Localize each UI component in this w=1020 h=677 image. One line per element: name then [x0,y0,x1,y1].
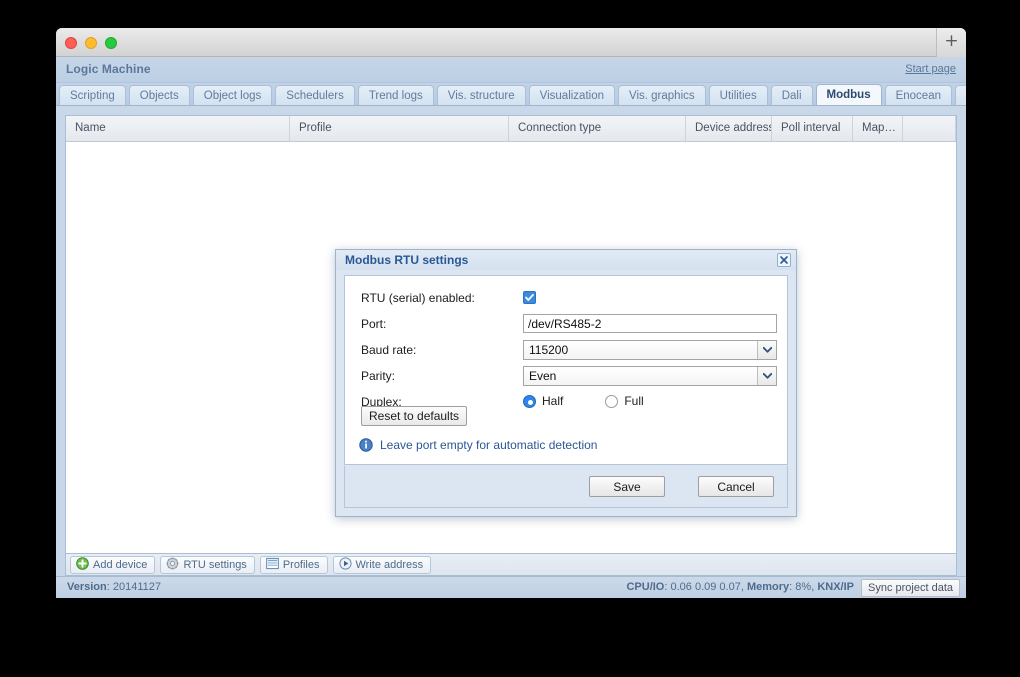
toolbar-button-label: Profiles [282,559,320,571]
cpu-label: CPU/IO [626,581,665,593]
toolbar-button-label: Add device [93,559,148,571]
cancel-button[interactable]: Cancel [698,476,774,497]
tab-enocean[interactable]: Enocean [884,85,952,105]
dialog-title-text: Modbus RTU settings [345,253,469,267]
application-window: + Logic Machine Start page Scripting Obje… [56,28,966,598]
tab-scripting[interactable]: Scripting [59,85,126,105]
port-hint: Leave port empty for automatic detection [359,438,597,452]
duplex-radio-label: Half [542,394,564,408]
baud-rate-value: 115200 [529,343,569,357]
minimize-window-button[interactable] [85,37,97,49]
plus-circle-icon [76,557,89,570]
column-header-name[interactable]: Name [66,116,290,141]
tab-utilities[interactable]: Utilities [708,85,768,105]
baud-rate-select[interactable]: 115200 [523,340,777,360]
app-header: Logic Machine Start page [56,57,966,83]
column-header-device-address[interactable]: Device address [686,116,772,141]
version-value: 20141127 [112,581,161,593]
memory-value: 8% [795,581,812,593]
play-circle-icon [338,557,352,570]
parity-select[interactable]: Even [523,366,777,386]
main-tabbar: Scripting Objects Object logs Schedulers Tre… [56,83,966,106]
tab-modbus[interactable]: Modbus [815,84,882,105]
radio-indicator[interactable] [605,394,619,408]
reset-to-defaults-button[interactable]: Reset to defaults [361,406,468,426]
chevron-down-icon[interactable] [757,341,776,359]
column-header-connection-type[interactable]: Connection type [509,116,686,141]
parity-value: Even [529,369,557,383]
cpu-value: 0.06 0.09 0.07 [670,581,741,593]
list-icon [266,557,279,570]
port-label: Port: [361,317,387,331]
port-input[interactable] [523,314,777,333]
duplex-radio-half[interactable]: Half [523,394,563,408]
tab-1-wire[interactable]: 1-wire [955,85,966,105]
table-header-row: Name Profile Connection type Device address… [66,116,956,142]
zoom-window-button[interactable] [105,37,117,49]
modbus-rtu-settings-dialog: Modbus RTU settings RTU (serial) enabled… [335,249,797,517]
toolbar-button-label: Write address [355,559,424,571]
version-status: Version: 20141127 [67,581,161,593]
column-header-blank[interactable] [903,116,956,141]
field-baud-rate: Baud rate: 115200 [361,338,787,364]
dialog-footer: Save Cancel [344,466,788,508]
window-titlebar: + [56,28,966,57]
toolbar-button-label: RTU settings [183,559,247,571]
memory-label: Memory [746,581,790,593]
write-address-button[interactable]: Write address [332,556,432,574]
save-button[interactable]: Save [589,476,665,497]
bottom-toolbar: Add device RTU settings Profiles Write addr… [65,554,957,576]
rtu-settings-button[interactable]: RTU settings [160,556,255,574]
port-hint-text: Leave port empty for automatic detection [380,438,598,452]
parity-label: Parity: [361,369,396,383]
dialog-body: RTU (serial) enabled: Port: /dev/RS485-2… [344,275,788,465]
tab-visualization[interactable]: Visualization [528,85,615,105]
rtu-enabled-label: RTU (serial) enabled: [361,291,475,305]
app-root: Logic Machine Start page Scripting Object… [56,57,966,598]
knx-label: KNX/IP [817,581,854,593]
chevron-down-icon[interactable] [757,367,776,385]
column-header-profile[interactable]: Profile [290,116,509,141]
tab-schedulers[interactable]: Schedulers [275,85,355,105]
duplex-radio-group: Half Full [523,394,686,408]
rtu-enabled-checkbox[interactable] [523,291,536,304]
tab-trend-logs[interactable]: Trend logs [357,85,434,105]
sync-project-data-button[interactable]: Sync project data [861,579,960,597]
tab-objects[interactable]: Objects [128,85,190,105]
tab-dali[interactable]: Dali [770,85,813,105]
close-icon[interactable] [777,253,791,267]
tab-object-logs[interactable]: Object logs [192,85,273,105]
version-label: Version [67,581,107,593]
start-page-link[interactable]: Start page [905,63,956,75]
field-port: Port: [361,312,787,338]
page-title: Logic Machine [66,62,151,76]
status-bar: Version: 20141127 CPU/IO: 0.06 0.09 0.07… [56,576,966,598]
tab-vis-structure[interactable]: Vis. structure [436,85,526,105]
tab-vis-graphics[interactable]: Vis. graphics [618,85,706,105]
info-circle-icon [359,438,373,452]
radio-indicator[interactable] [523,394,536,408]
column-header-map[interactable]: Map… [853,116,903,141]
baud-rate-label: Baud rate: [361,343,417,357]
add-device-button[interactable]: Add device [70,556,156,574]
field-parity: Parity: Even [361,364,787,390]
profiles-button[interactable]: Profiles [259,556,328,574]
field-rtu-enabled: RTU (serial) enabled: [361,286,787,312]
close-window-button[interactable] [65,37,77,49]
window-controls [65,37,117,49]
dialog-titlebar[interactable]: Modbus RTU settings [336,250,796,270]
column-header-poll-interval[interactable]: Poll interval [772,116,853,141]
gear-icon [166,557,179,570]
duplex-radio-full[interactable]: Full [605,394,644,408]
new-tab-button[interactable]: + [936,28,966,57]
duplex-radio-label: Full [624,394,644,408]
system-status: CPU/IO: 0.06 0.09 0.07, Memory: 8%, KNX/… [626,581,854,593]
